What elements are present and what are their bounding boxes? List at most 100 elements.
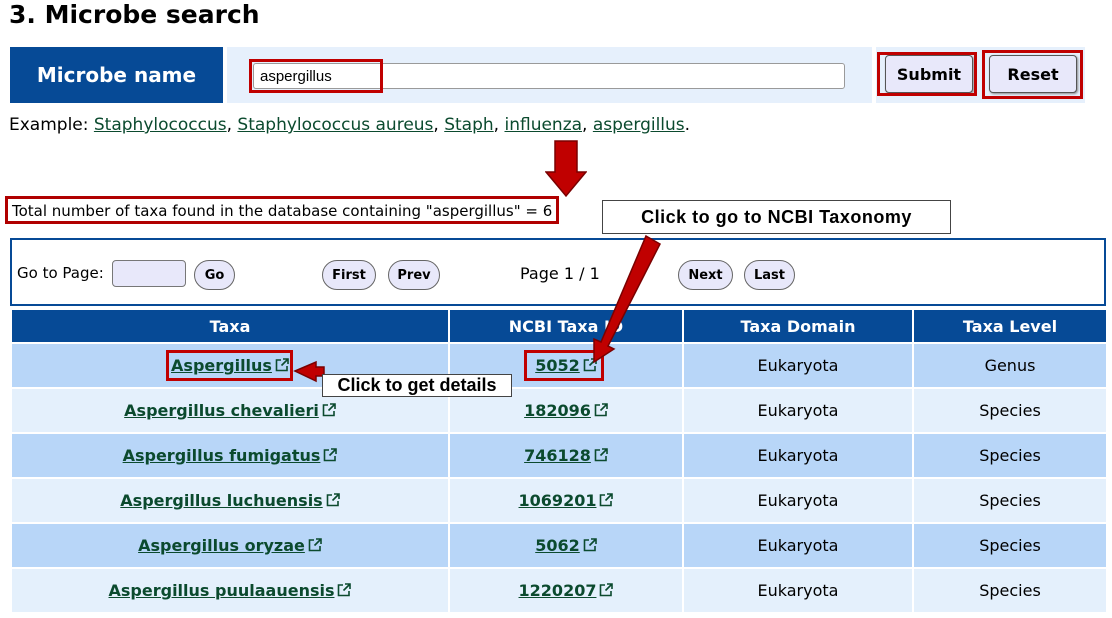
microbe-name-label: Microbe name — [10, 47, 223, 103]
pagination-bar: Go to Page: Go First Prev Page 1 / 1 Nex… — [10, 238, 1106, 306]
prev-page-button[interactable]: Prev — [388, 260, 440, 290]
taxa-name: Aspergillus fumigatus — [122, 446, 321, 465]
page-indicator: Page 1 / 1 — [520, 264, 600, 283]
taxa-name: Aspergillus puulaauensis — [108, 581, 335, 600]
taxa-link[interactable]: Aspergillus luchuensis — [120, 491, 340, 510]
details-callout: Click to get details — [322, 374, 512, 397]
down-arrow-icon — [545, 140, 587, 198]
example-link-staphylococcus[interactable]: Staphylococcus — [94, 115, 227, 135]
examples-separator: , — [582, 115, 593, 135]
search-input-panel — [227, 47, 872, 103]
external-link-icon — [322, 403, 336, 417]
ncbi-id-link[interactable]: 746128 — [524, 446, 608, 465]
external-link-icon — [583, 358, 597, 372]
taxa-link[interactable]: Aspergillus chevalieri — [124, 401, 336, 420]
external-link-icon — [324, 448, 338, 462]
external-link-icon — [583, 538, 597, 552]
level-cell: Species — [914, 569, 1106, 612]
ncbi-id: 1220207 — [518, 581, 597, 600]
reset-button[interactable]: Reset — [989, 55, 1077, 93]
ncbi-id-cell: 746128 — [450, 434, 682, 477]
external-link-icon — [338, 583, 352, 597]
examples-line: Example: Staphylococcus, Staphylococcus … — [9, 115, 690, 135]
taxa-name: Aspergillus chevalieri — [124, 401, 319, 420]
ncbi-id: 5062 — [535, 536, 580, 555]
external-link-icon — [275, 358, 289, 372]
domain-cell: Eukaryota — [684, 479, 912, 522]
taxa-link[interactable]: Aspergillus fumigatus — [123, 446, 338, 465]
goto-page-input[interactable] — [112, 260, 186, 287]
column-header-level: Taxa Level — [914, 310, 1106, 342]
column-header-ncbi-id: NCBI Taxa ID — [450, 310, 682, 342]
next-page-button[interactable]: Next — [678, 260, 733, 290]
table-row: Aspergillus fumigatus 746128 Eukaryota S… — [12, 434, 1106, 477]
taxa-name: Aspergillus luchuensis — [120, 491, 323, 510]
microbe-search-input[interactable] — [253, 63, 845, 89]
examples-prefix: Example: — [9, 115, 94, 135]
external-link-icon — [594, 403, 608, 417]
table-header-row: Taxa NCBI Taxa ID Taxa Domain Taxa Level — [12, 310, 1106, 342]
examples-separator: , — [226, 115, 238, 135]
table-row: Aspergillus 5052 Eukaryota Genus — [12, 344, 1106, 387]
table-row: Aspergillus puulaauensis 1220207 Eukaryo… — [12, 569, 1106, 612]
column-header-taxa: Taxa — [12, 310, 448, 342]
level-cell: Species — [914, 389, 1106, 432]
column-header-domain: Taxa Domain — [684, 310, 912, 342]
external-link-icon — [594, 448, 608, 462]
table-row: Aspergillus luchuensis 1069201 Eukaryota… — [12, 479, 1106, 522]
taxa-link[interactable]: Aspergillus — [171, 356, 289, 375]
level-cell: Genus — [914, 344, 1106, 387]
ncbi-id-link[interactable]: 1069201 — [519, 491, 614, 510]
example-link-aspergillus[interactable]: aspergillus — [593, 115, 685, 135]
level-cell: Species — [914, 434, 1106, 477]
ncbi-id-cell: 1069201 — [450, 479, 682, 522]
taxa-name: Aspergillus — [171, 356, 272, 375]
submit-button[interactable]: Submit — [885, 55, 973, 93]
result-summary: Total number of taxa found in the databa… — [5, 196, 560, 224]
ncbi-id-link[interactable]: 182096 — [524, 401, 608, 420]
external-link-icon — [308, 538, 322, 552]
taxa-link[interactable]: Aspergillus puulaauensis — [109, 581, 352, 600]
domain-cell: Eukaryota — [684, 569, 912, 612]
table-row: Aspergillus oryzae 5062 Eukaryota Specie… — [12, 524, 1106, 567]
level-cell: Species — [914, 479, 1106, 522]
examples-suffix: . — [684, 115, 691, 135]
ncbi-id-cell: 1220207 — [450, 569, 682, 612]
external-link-icon — [600, 583, 614, 597]
go-button[interactable]: Go — [194, 260, 235, 290]
ncbi-id-link[interactable]: 1220207 — [519, 581, 614, 600]
first-page-button[interactable]: First — [322, 260, 376, 290]
taxa-link[interactable]: Aspergillus oryzae — [138, 536, 322, 555]
level-cell: Species — [914, 524, 1106, 567]
domain-cell: Eukaryota — [684, 524, 912, 567]
domain-cell: Eukaryota — [684, 389, 912, 432]
goto-page-label: Go to Page: — [17, 264, 104, 282]
taxa-cell: Aspergillus luchuensis — [12, 479, 448, 522]
domain-cell: Eukaryota — [684, 344, 912, 387]
examples-separator: , — [493, 115, 505, 135]
example-link-influenza[interactable]: influenza — [504, 115, 582, 135]
external-link-icon — [600, 493, 614, 507]
taxa-name: Aspergillus oryzae — [138, 536, 305, 555]
taxa-cell: Aspergillus oryzae — [12, 524, 448, 567]
ncbi-id-link[interactable]: 5062 — [535, 536, 597, 555]
taxa-cell: Aspergillus puulaauensis — [12, 569, 448, 612]
ncbi-id-link[interactable]: 5052 — [535, 356, 597, 375]
example-link-staph[interactable]: Staph — [444, 115, 493, 135]
ncbi-id-cell: 5062 — [450, 524, 682, 567]
search-row: Microbe name Submit Reset — [10, 47, 1085, 103]
domain-cell: Eukaryota — [684, 434, 912, 477]
ncbi-id: 5052 — [535, 356, 580, 375]
taxa-cell: Aspergillus fumigatus — [12, 434, 448, 477]
ncbi-taxonomy-callout: Click to go to NCBI Taxonomy — [602, 200, 951, 234]
ncbi-id: 746128 — [524, 446, 591, 465]
external-link-icon — [326, 493, 340, 507]
examples-separator: , — [433, 115, 445, 135]
example-link-staphylococcus-aureus[interactable]: Staphylococcus aureus — [237, 115, 433, 135]
page-title: 3. Microbe search — [9, 0, 260, 29]
ncbi-id: 1069201 — [518, 491, 597, 510]
table-row: Aspergillus chevalieri 182096 Eukaryota … — [12, 389, 1106, 432]
button-panel: Submit Reset — [876, 47, 1085, 103]
last-page-button[interactable]: Last — [744, 260, 795, 290]
taxa-results-table: Taxa NCBI Taxa ID Taxa Domain Taxa Level… — [10, 308, 1108, 614]
